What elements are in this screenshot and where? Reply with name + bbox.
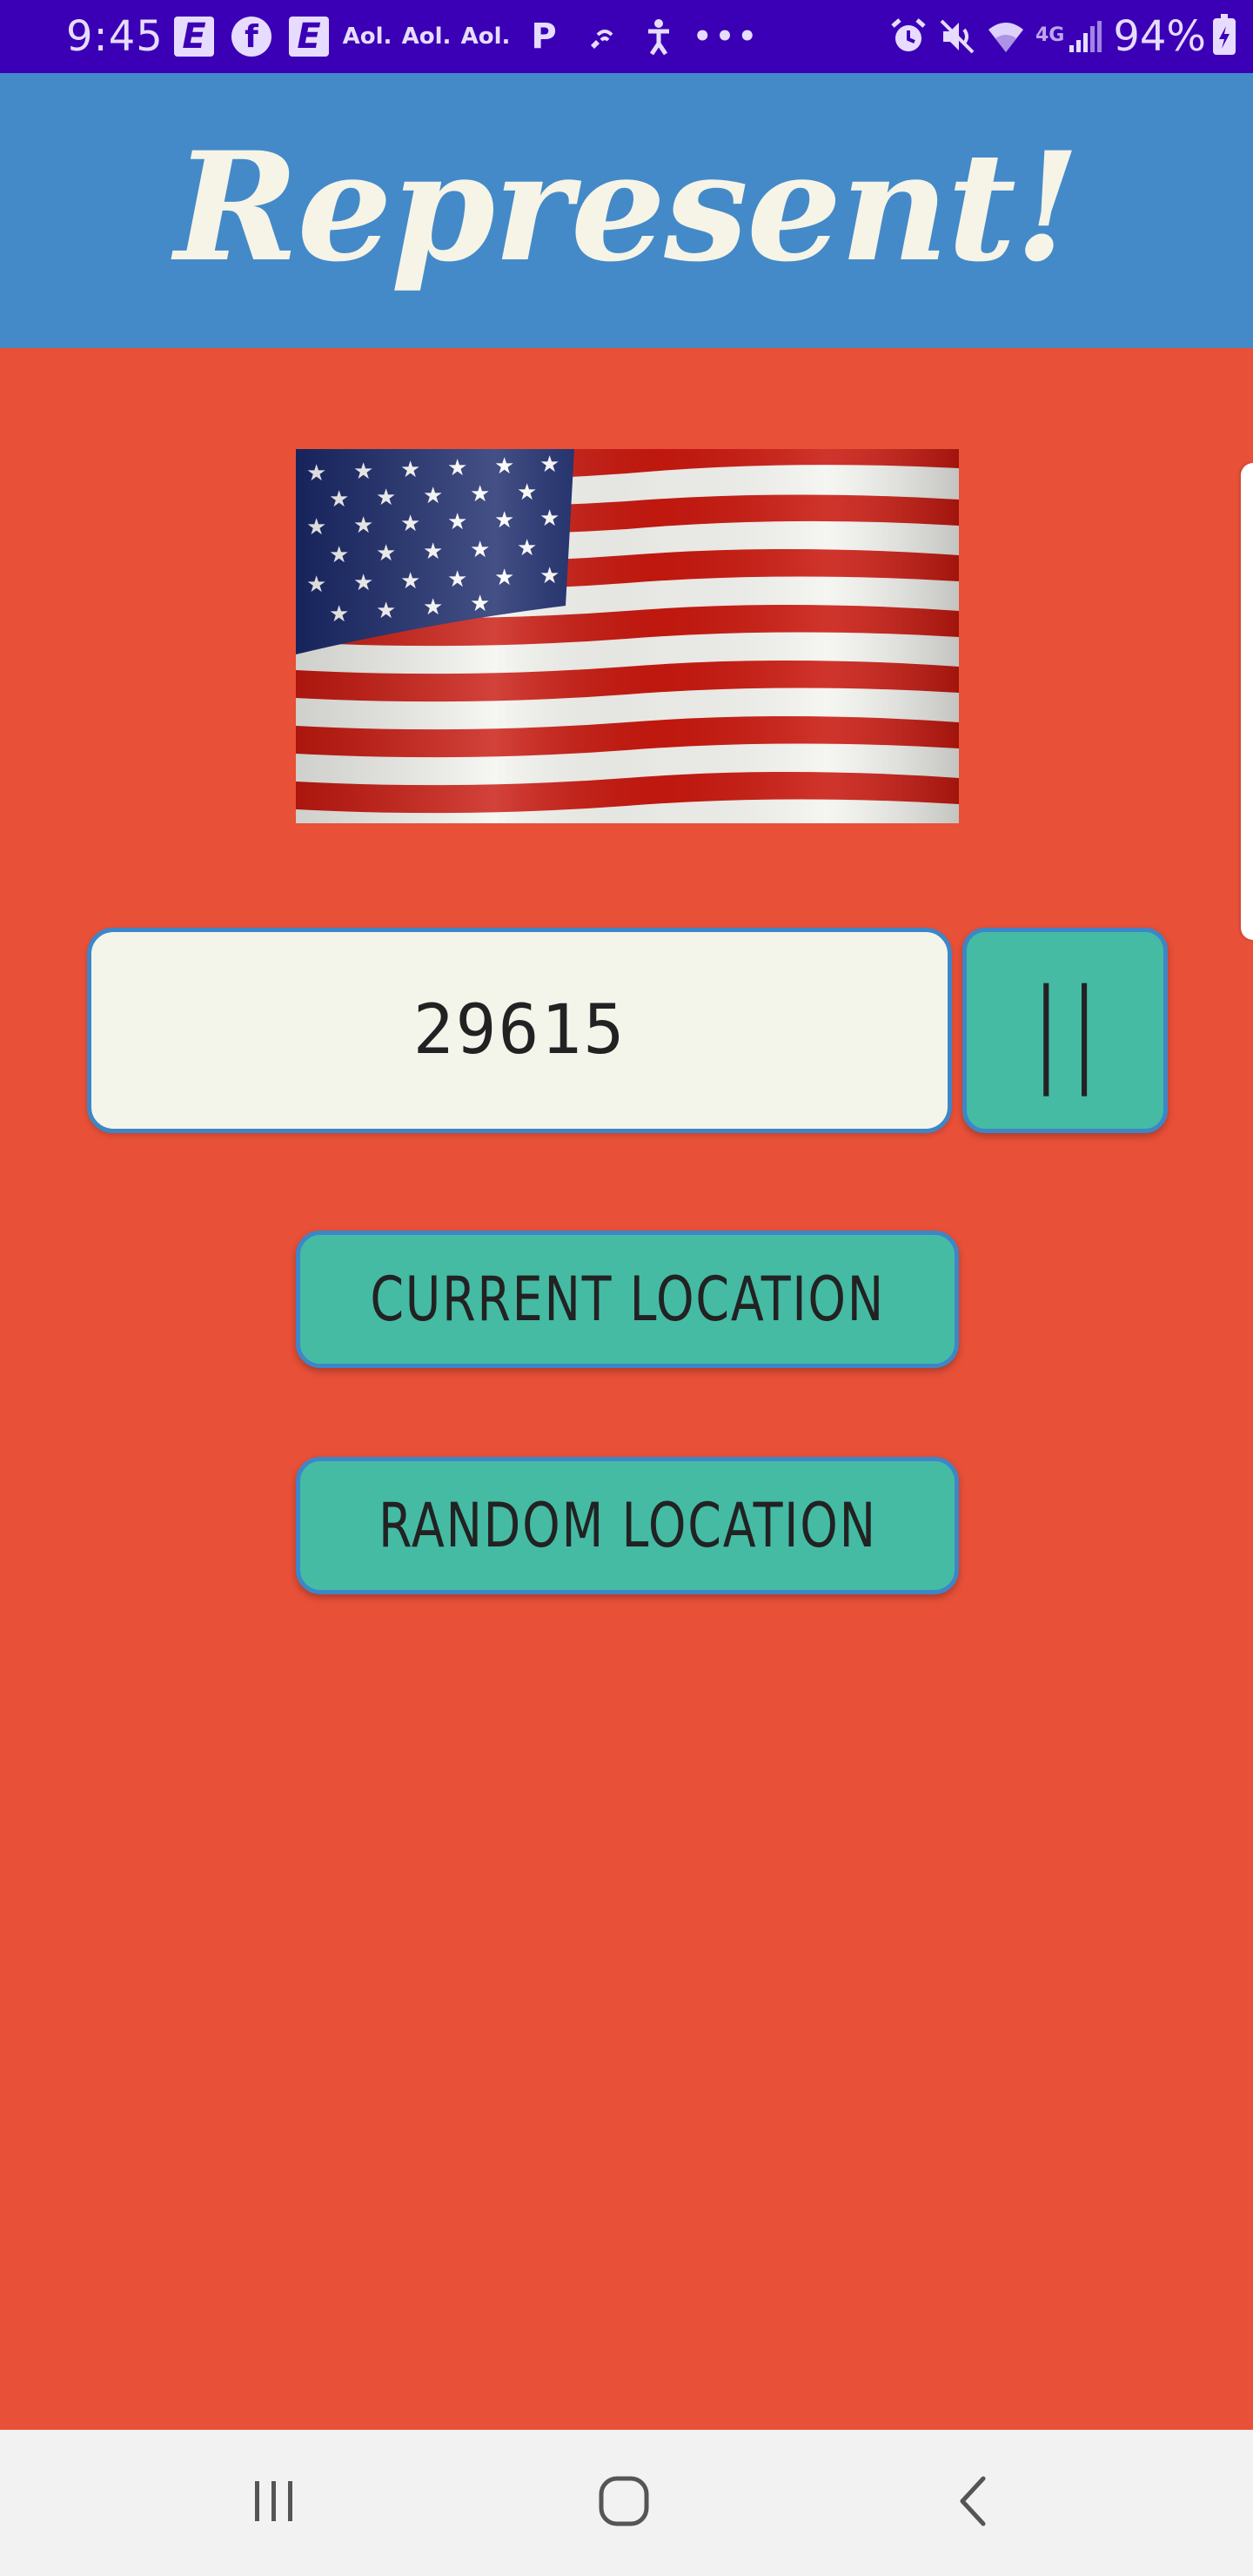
battery-percent: 94% [1113, 12, 1206, 61]
recents-icon [248, 2478, 300, 2528]
p-icon: P [531, 17, 557, 57]
wifi-call-icon [581, 12, 621, 61]
network-type-label: 4G [1035, 23, 1065, 46]
status-time: 9:45 [66, 12, 164, 61]
facebook-icon: f [231, 17, 271, 57]
app-title: Represent! [174, 117, 1081, 295]
alarm-icon [889, 12, 928, 61]
more-dots-icon: ••• [693, 19, 761, 54]
navigation-bar [0, 2430, 1253, 2576]
zip-code-input[interactable] [87, 928, 952, 1133]
recents-button[interactable] [235, 2466, 313, 2539]
aol-icon: Aol. [460, 23, 511, 50]
edge-panel-handle[interactable] [1241, 463, 1253, 940]
status-bar: 9:45 E f E Aol. Aol. Aol. P ••• 4G 94% [0, 0, 1253, 73]
aol-icon: Aol. [342, 23, 392, 50]
back-button[interactable] [935, 2466, 1013, 2539]
aol-icon: Aol. [401, 23, 452, 50]
e-app-icon: E [174, 17, 214, 57]
e-app-icon: E [289, 17, 329, 57]
current-location-button[interactable]: CURRENT LOCATION [296, 1231, 959, 1368]
current-location-label: CURRENT LOCATION [370, 1264, 885, 1335]
accessibility-icon [639, 12, 679, 61]
signal-icon [1068, 12, 1102, 61]
random-location-label: RANDOM LOCATION [378, 1490, 877, 1561]
search-button[interactable]: || [962, 928, 1168, 1133]
app-header: Represent! [0, 73, 1253, 348]
home-button[interactable] [585, 2466, 663, 2539]
random-location-button[interactable]: RANDOM LOCATION [296, 1457, 959, 1594]
home-icon [596, 2473, 652, 2532]
back-icon [952, 2473, 995, 2532]
notification-icons: E f E Aol. Aol. Aol. P ••• [174, 12, 774, 61]
wifi-icon [987, 12, 1025, 61]
system-icons: 4G 94% [889, 10, 1236, 63]
mute-icon [938, 12, 976, 61]
american-flag-image: ★★★★★★ ★★★★★ ★★★★★★ ★★★★★ ★★★★★★ ★★★★ [296, 449, 959, 823]
battery-icon [1213, 14, 1236, 55]
